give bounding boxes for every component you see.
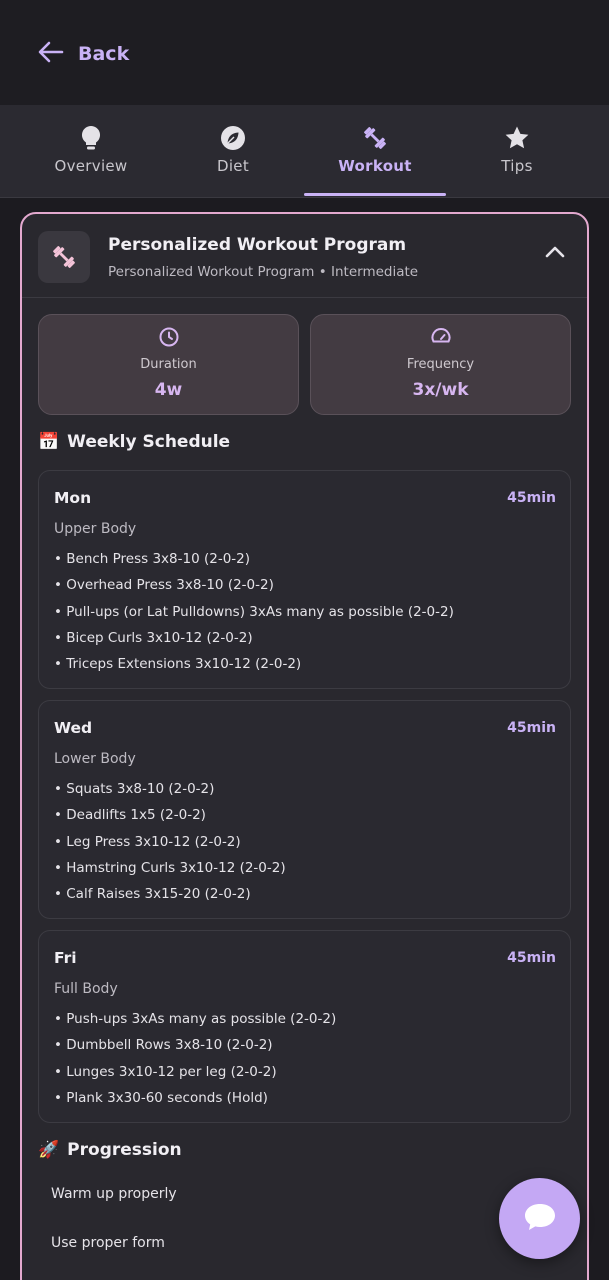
exercise-item: • Plank 3x30-60 seconds (Hold) [54, 1089, 268, 1106]
tab-label: Workout [338, 157, 412, 175]
tab-workout[interactable]: Workout [304, 105, 446, 198]
frequency-stat: Frequency 3x/wk [310, 314, 571, 415]
program-header[interactable]: Personalized Workout Program Personalize… [22, 214, 587, 298]
tab-overview[interactable]: Overview [20, 105, 162, 198]
exercise-item: • Deadlifts 1x5 (2-0-2) [54, 807, 206, 824]
day-name: Wed [54, 719, 93, 737]
day-focus: Lower Body [54, 751, 136, 767]
progression-item: Warm up properly [51, 1186, 177, 1202]
exercise-item: • Overhead Press 3x8-10 (2-0-2) [54, 577, 274, 594]
star-icon [504, 124, 530, 152]
tab-label: Overview [54, 157, 128, 175]
weekly-schedule-heading: 📅 Weekly Schedule [38, 432, 230, 452]
program-title: Personalized Workout Program [108, 235, 407, 255]
duration-stat: Duration 4w [38, 314, 299, 415]
active-tab-indicator [304, 193, 446, 196]
exercise-item: • Dumbbell Rows 3x8-10 (2-0-2) [54, 1037, 273, 1054]
chevron-up-icon[interactable] [545, 244, 565, 263]
back-button[interactable]: Back [38, 38, 129, 70]
exercise-item: • Pull-ups (or Lat Pulldowns) 3xAs many … [54, 603, 454, 620]
chat-button[interactable] [499, 1178, 580, 1259]
exercise-item: • Bicep Curls 3x10-12 (2-0-2) [54, 629, 253, 646]
back-label: Back [78, 43, 130, 65]
weekly-schedule-title: Weekly Schedule [67, 432, 231, 452]
exercise-item: • Leg Press 3x10-12 (2-0-2) [54, 833, 241, 850]
exercise-item: • Hamstring Curls 3x10-12 (2-0-2) [54, 859, 286, 876]
day-card-mon: Mon 45min Upper Body • Bench Press 3x8-1… [38, 470, 571, 689]
rocket-icon: 🚀 [38, 1140, 60, 1160]
top-bar: Back [0, 0, 609, 105]
tab-label: Tips [501, 157, 533, 175]
arrow-left-icon [38, 41, 64, 67]
tab-tips[interactable]: Tips [446, 105, 588, 198]
gauge-icon [311, 326, 570, 350]
workout-program-card: Personalized Workout Program Personalize… [20, 212, 589, 1280]
frequency-label: Frequency [406, 357, 475, 372]
day-duration: 45min [507, 720, 556, 736]
duration-value: 4w [154, 380, 183, 400]
day-duration: 45min [507, 490, 556, 506]
tab-diet[interactable]: Diet [162, 105, 304, 198]
lightbulb-icon [80, 124, 102, 152]
chat-bubble-icon [522, 1201, 558, 1237]
day-focus: Full Body [54, 981, 118, 997]
day-name: Mon [54, 489, 92, 507]
exercise-item: • Lunges 3x10-12 per leg (2-0-2) [54, 1063, 277, 1080]
progression-heading: 🚀 Progression [38, 1140, 182, 1160]
exercise-item: • Calf Raises 3x15-20 (2-0-2) [54, 886, 251, 903]
progression-title: Progression [67, 1140, 182, 1160]
day-duration: 45min [507, 950, 556, 966]
tab-bar: Overview Diet Workout Tips [0, 105, 609, 198]
day-card-wed: Wed 45min Lower Body • Squats 3x8-10 (2-… [38, 700, 571, 919]
leaf-icon [220, 124, 246, 152]
exercise-item: • Triceps Extensions 3x10-12 (2-0-2) [54, 656, 302, 673]
exercise-list: • Push-ups 3xAs many as possible (2-0-2)… [54, 1009, 336, 1114]
day-name: Fri [54, 949, 77, 967]
calendar-icon: 📅 [38, 432, 60, 452]
frequency-value: 3x/wk [412, 380, 469, 400]
tab-label: Diet [216, 157, 250, 175]
dumbbell-icon [38, 231, 90, 283]
exercise-item: • Bench Press 3x8-10 (2-0-2) [54, 551, 251, 567]
dumbbell-icon [361, 124, 389, 152]
exercise-item: • Squats 3x8-10 (2-0-2) [54, 781, 215, 797]
duration-label: Duration [140, 357, 197, 372]
day-card-fri: Fri 45min Full Body • Push-ups 3xAs many… [38, 930, 571, 1123]
exercise-list: • Squats 3x8-10 (2-0-2) • Deadlifts 1x5 … [54, 779, 286, 910]
exercise-list: • Bench Press 3x8-10 (2-0-2) • Overhead … [54, 549, 454, 680]
progression-item: Use proper form [51, 1235, 165, 1251]
clock-icon [39, 326, 298, 350]
exercise-item: • Push-ups 3xAs many as possible (2-0-2) [54, 1011, 337, 1027]
program-subtitle: Personalized Workout Program • Intermedi… [108, 264, 419, 280]
day-focus: Upper Body [54, 521, 137, 537]
